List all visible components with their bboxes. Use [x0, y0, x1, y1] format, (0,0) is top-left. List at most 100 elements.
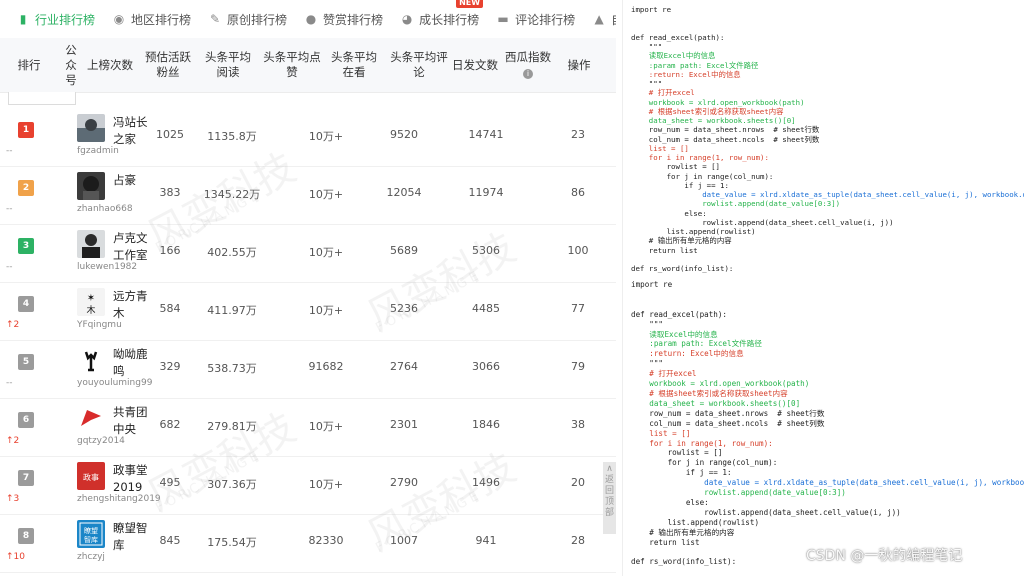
- tab-3[interactable]: ● 赞赏排行榜: [304, 11, 383, 28]
- header-5: 头条平均点赞: [262, 38, 322, 92]
- cell-fans: 307.36万: [207, 478, 257, 491]
- ranking-panel: ▮ 行业排行榜 ◉ 地区排行榜 ✎ 原创排行榜 ● 赞赏排行榜 ◕ 成长排行榜 NEW ▬ 评论排行榜 ▲…: [0, 0, 616, 576]
- code-line: else:: [631, 208, 707, 218]
- tab-0[interactable]: ▮ 行业排行榜: [16, 11, 95, 28]
- cell-read: 10万+: [308, 304, 344, 317]
- header-label: 上榜次数: [87, 57, 133, 72]
- code-line: if j == 1:: [631, 468, 732, 478]
- code-line: list = []: [631, 143, 689, 153]
- avatar[interactable]: [77, 230, 105, 258]
- code-line: def read_excel(path):: [631, 309, 728, 319]
- edit-icon: ✎: [210, 12, 221, 26]
- tab-1[interactable]: ◉ 地区排行榜: [112, 11, 191, 28]
- header-label: 头条平均在看: [331, 50, 377, 79]
- table-header: 排行 公众号 上榜次数 预估活跃粉丝 头条平均阅读 头条平均点赞 头条平均在看 头条平均评论日…: [0, 38, 616, 93]
- rank-change: --: [6, 204, 13, 214]
- cell-fans: 411.97万: [207, 304, 257, 317]
- code-line: date_value = xlrd.xldate_as_tuple(data_s…: [631, 190, 1024, 199]
- tab-5[interactable]: ▬ 评论排行榜: [496, 11, 575, 28]
- header-label: 预估活跃粉丝: [145, 50, 191, 79]
- tab-label: 原创排行榜: [227, 12, 288, 27]
- table-row[interactable]: 7 ↑3 政事 政事堂2019 zhengshitang2019 495 307.36万 10…: [0, 456, 616, 515]
- cell-read: 10万+: [308, 188, 344, 201]
- cell-look: 5689: [390, 244, 418, 257]
- code-line: for i in range(1, row_num):: [631, 153, 769, 162]
- account-id: fgzadmin: [77, 146, 119, 156]
- back-to-top-button[interactable]: ∧ 返回顶部: [603, 462, 616, 534]
- tab-2[interactable]: ✎ 原创排行榜: [208, 11, 287, 28]
- code-line: rowlist.append(data_sheet.cell_value(i, …: [631, 217, 894, 227]
- back-to-top-label: 返回顶部: [604, 475, 614, 518]
- cell-look: 2764: [390, 360, 418, 373]
- cell-comment: 5306: [472, 244, 500, 257]
- info-icon[interactable]: i: [523, 69, 533, 79]
- rank-badge: 5: [18, 354, 34, 370]
- code-panel: import re def read_excel(path): """ 读取Ex…: [622, 0, 1024, 576]
- rank-change: ↑3: [6, 494, 20, 504]
- table-row[interactable]: 3 -- 卢克文工作室 lukewen1982 166 402.55万 10万+ 5689 53…: [0, 224, 616, 283]
- avatar[interactable]: [77, 172, 105, 200]
- code-line: workbook = xlrd.open_workbook(path): [631, 379, 810, 389]
- code-line: date_value = xlrd.xldate_as_tuple(data_s…: [704, 478, 1024, 488]
- code-line: :param path: Excel文件路径: [631, 339, 762, 349]
- code-line: """: [631, 79, 663, 88]
- avatar[interactable]: [77, 346, 105, 374]
- avatar[interactable]: [77, 404, 105, 432]
- cell-comment: 1846: [472, 418, 500, 431]
- avatar[interactable]: [77, 114, 105, 142]
- code-line: list = []: [631, 428, 691, 438]
- tab-label: 行业排行榜: [35, 12, 96, 27]
- header-label: 西瓜指数: [505, 50, 551, 64]
- location-pin-icon: ◉: [113, 12, 125, 26]
- cell-comment: 11974: [468, 186, 504, 199]
- avatar[interactable]: 政事: [77, 462, 105, 490]
- tab-label: 自: [611, 11, 616, 28]
- account-id: youyouluming99: [77, 378, 153, 388]
- code-line: for j in range(col_num):: [631, 458, 778, 468]
- code-line: def read_excel(path):: [631, 32, 725, 42]
- avatar[interactable]: 瞭望 智库: [77, 520, 105, 548]
- rank-badge: 4: [18, 296, 34, 312]
- avatar[interactable]: ✶ 木: [77, 288, 105, 316]
- code-line: workbook = xlrd.open_workbook(path): [631, 97, 805, 107]
- code-block-lower: import re def read_excel(path): """ 读取Ex…: [631, 280, 1024, 567]
- table-row[interactable]: 4 ↑2 ✶ 木远方青木 YFqingmu 584 411.97万 10万+ 5236 4485 7…: [0, 282, 616, 341]
- tab-6[interactable]: ▲自: [592, 11, 616, 28]
- code-block-upper: import re def read_excel(path): """ 读取Ex…: [631, 5, 1024, 273]
- tab-label: 赞赏排行榜: [323, 12, 384, 27]
- code-line: """: [631, 319, 664, 329]
- header-label: 日发文数: [452, 57, 498, 72]
- code-line: # 根据sheet索引或名称获取sheet内容: [631, 388, 788, 398]
- account-id: YFqingmu: [77, 320, 122, 330]
- header-tab-lip: [8, 92, 76, 105]
- table-row[interactable]: 1 -- 冯站长之家 fgzadmin 1025 1135.8万 10万+ 9520 14741…: [0, 108, 616, 167]
- code-line: :return: Excel中的信息: [631, 349, 744, 359]
- svg-text:智库: 智库: [84, 535, 98, 544]
- table-row[interactable]: 8 ↑10 瞭望 智库 瞭望智库 zhczyj 845 175.54万 82330 1007 941…: [0, 514, 616, 573]
- code-line: # 根据sheet索引或名称获取sheet内容: [631, 106, 784, 116]
- table-row[interactable]: 2 -- 占豪 zhanhao668 383 1345.22万 10万+ 12054 11974…: [0, 166, 616, 225]
- code-line: rowlist.append(data_sheet.cell_value(i, …: [631, 507, 901, 517]
- code-line: :param path: Excel文件路径: [631, 60, 759, 70]
- account-id: zhanhao668: [77, 204, 133, 214]
- comment-icon: ▬: [497, 12, 509, 26]
- rank-change: ↑10: [6, 552, 25, 562]
- code-line: list.append(rowlist): [631, 517, 760, 527]
- account-id: lukewen1982: [77, 262, 138, 272]
- rank-badge: 7: [18, 470, 34, 486]
- code-line: :return: Excel中的信息: [631, 69, 741, 79]
- code-line: rowlist.append(date_value[0:3]): [631, 488, 846, 498]
- cell-times: 329: [159, 360, 181, 373]
- table-row[interactable]: 5 -- 呦呦鹿鸣 youyouluming99 329 538.73万 91682 2764…: [0, 340, 616, 399]
- tab-4[interactable]: ◕ 成长排行榜 NEW: [400, 0, 484, 28]
- cell-daily: 28: [571, 534, 585, 547]
- table-row[interactable]: 6 ↑2 共青团中央 gqtzy2014 682 279.81万 10万+ 2301 1846 3…: [0, 398, 616, 457]
- cell-look: 2301: [390, 418, 418, 431]
- cell-comment: 3066: [472, 360, 500, 373]
- header-1: 公众号: [60, 38, 82, 92]
- cell-daily: 100: [567, 244, 589, 257]
- header-label: 操作: [567, 57, 591, 72]
- cell-times: 1025: [156, 128, 184, 141]
- cell-fans: 538.73万: [207, 362, 257, 375]
- cell-daily: 86: [571, 186, 585, 199]
